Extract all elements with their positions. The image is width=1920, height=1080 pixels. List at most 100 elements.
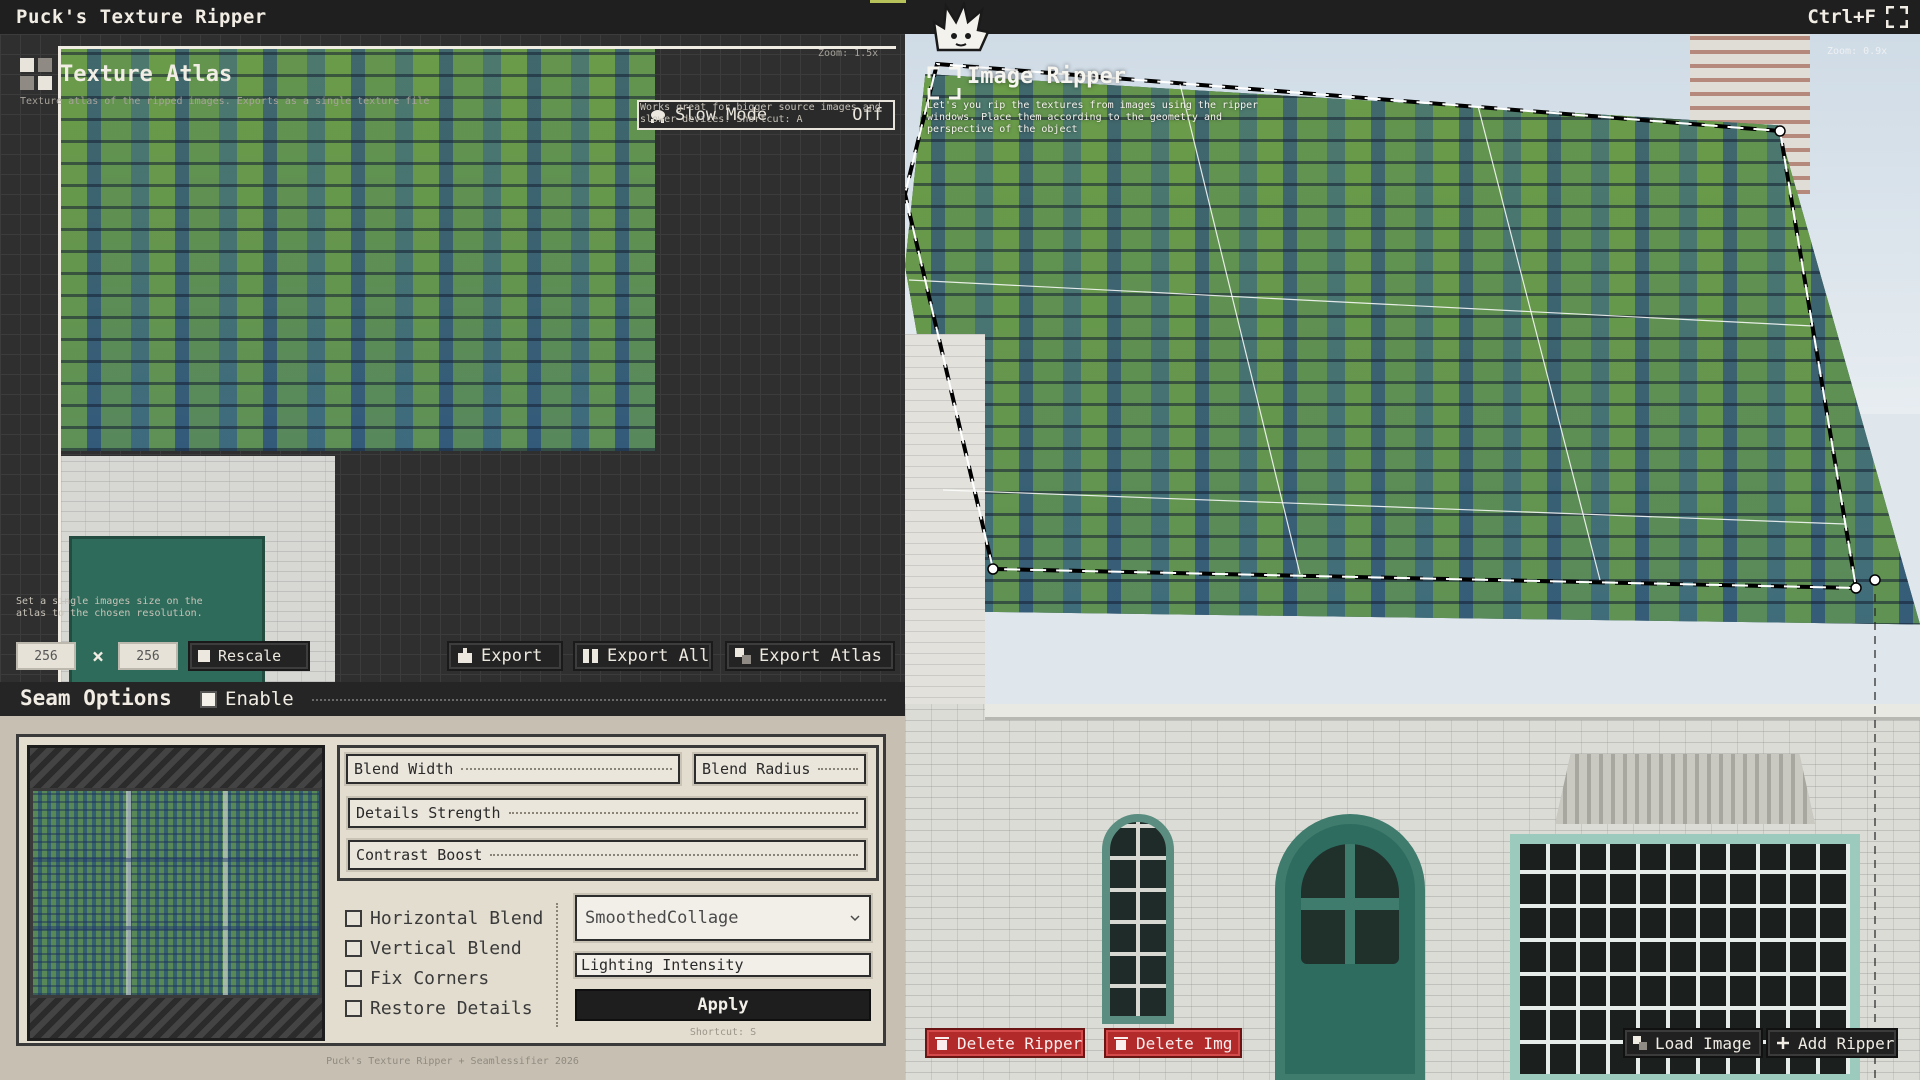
- load-image-button[interactable]: Load Image: [1623, 1028, 1763, 1058]
- seam-enable-label: Enable: [225, 688, 294, 710]
- blend-mode-value: SmoothedCollage: [585, 908, 739, 928]
- seam-options-header: Seam Options Enable: [0, 682, 905, 716]
- fix-corners-checkbox[interactable]: [345, 969, 362, 987]
- chevron-down-icon: [850, 915, 860, 922]
- blend-mode-select[interactable]: SmoothedCollage: [575, 895, 871, 941]
- ripper-handle[interactable]: [1850, 582, 1862, 594]
- delete-ripper-label: Delete Ripper: [957, 1033, 1083, 1053]
- blend-radius-label: Blend Radius: [702, 760, 811, 778]
- blend-width-label: Blend Width: [354, 760, 454, 778]
- export-all-label: Export All: [607, 646, 710, 666]
- restore-details-option[interactable]: Restore Details: [345, 993, 543, 1023]
- fullscreen-hotkey-label: Ctrl+F: [1807, 6, 1876, 28]
- delete-img-label: Delete Img: [1136, 1033, 1233, 1053]
- ripper-handle[interactable]: [1774, 125, 1786, 137]
- lighting-intensity-label: Lighting Intensity: [581, 956, 744, 974]
- restore-details-checkbox[interactable]: [345, 999, 362, 1017]
- apply-button[interactable]: Apply: [575, 989, 871, 1021]
- export-all-button[interactable]: Export All: [573, 641, 713, 671]
- preview-texture: [33, 791, 319, 995]
- seam-options-panel: Blend Width Blend Radius Details Strengt…: [0, 716, 905, 1080]
- rescale-label: Rescale: [218, 647, 282, 665]
- ripper-zoom-label: Zoom: 0.9x: [1827, 46, 1888, 57]
- header-divider: [312, 699, 886, 701]
- slider-group: Blend Width Blend Radius Details Strengt…: [337, 745, 879, 881]
- seam-options-title: Seam Options: [20, 686, 172, 710]
- lighting-intensity-slider[interactable]: Lighting Intensity: [575, 953, 871, 977]
- preview-seam: [33, 858, 319, 862]
- ripper-handle[interactable]: [1869, 574, 1881, 586]
- ripper-corners-icon: [927, 66, 961, 100]
- app-title: Puck's Texture Ripper: [16, 6, 267, 28]
- details-strength-slider[interactable]: Details Strength: [348, 798, 866, 828]
- delete-ripper-button[interactable]: Delete Ripper: [925, 1028, 1085, 1058]
- atlas-description: Texture atlas of the ripped images. Expo…: [20, 96, 430, 107]
- ripper-title: Image Ripper: [967, 64, 1126, 89]
- horizontal-blend-checkbox[interactable]: [345, 909, 362, 927]
- times-sign: ×: [92, 644, 105, 668]
- export-label: Export: [481, 646, 543, 666]
- image-icon: [1633, 1036, 1647, 1050]
- horizontal-blend-option[interactable]: Horizontal Blend: [345, 903, 543, 933]
- mascot-logo: [932, 2, 990, 52]
- load-image-label: Load Image: [1655, 1033, 1752, 1053]
- details-strength-label: Details Strength: [356, 804, 501, 822]
- apply-shortcut-note: Shortcut: S: [689, 1027, 757, 1038]
- atlas-width-input[interactable]: [16, 642, 76, 670]
- export-icon: [458, 648, 472, 663]
- contrast-boost-label: Contrast Boost: [356, 846, 483, 864]
- footer-credit: Puck's Texture Ripper + Seamlessifier 20…: [326, 1056, 579, 1067]
- preview-seam: [33, 926, 319, 930]
- atlas-roof-texture[interactable]: [61, 49, 655, 451]
- ripper-description: Let's you rip the textures from images u…: [927, 100, 1259, 135]
- preview-seam: [126, 791, 131, 995]
- restore-details-label: Restore Details: [370, 997, 533, 1019]
- export-all-icon: [583, 649, 598, 663]
- seam-enable-checkbox[interactable]: [200, 690, 217, 708]
- fix-corners-option[interactable]: Fix Corners: [345, 963, 543, 993]
- horizontal-blend-label: Horizontal Blend: [370, 907, 544, 929]
- fullscreen-icon[interactable]: [1886, 6, 1908, 28]
- slider-track: [490, 854, 858, 856]
- title-accent: [870, 0, 906, 3]
- preview-bottom-pattern: [30, 998, 322, 1038]
- delete-img-button[interactable]: Delete Img: [1104, 1028, 1242, 1058]
- slider-track: [461, 768, 672, 770]
- seam-preview: [27, 745, 325, 1041]
- ripper-handle[interactable]: [987, 563, 999, 575]
- rescale-button[interactable]: Rescale: [188, 641, 310, 671]
- export-atlas-label: Export Atlas: [759, 646, 882, 666]
- size-note: Set a single images size on the atlas to…: [16, 596, 203, 619]
- ripper-quad[interactable]: [905, 34, 1920, 1080]
- image-ripper-panel[interactable]: Image Ripper Let's you rip the textures …: [905, 34, 1920, 1080]
- seam-checkbox-list: Horizontal Blend Vertical Blend Fix Corn…: [345, 903, 543, 1023]
- add-ripper-label: Add Ripper: [1798, 1033, 1895, 1053]
- options-divider: [556, 903, 558, 1027]
- trash-icon: [1114, 1037, 1128, 1050]
- slider-track: [818, 768, 858, 770]
- trash-icon: [935, 1037, 949, 1050]
- seam-options-inner: Blend Width Blend Radius Details Strengt…: [16, 734, 886, 1046]
- vertical-blend-label: Vertical Blend: [370, 937, 522, 959]
- atlas-title: Texture Atlas: [60, 62, 233, 87]
- add-ripper-button[interactable]: Add Ripper: [1766, 1028, 1898, 1058]
- atlas-grid-icon: [20, 58, 52, 90]
- atlas-zoom-label: Zoom: 1.5x: [818, 48, 879, 59]
- vertical-blend-checkbox[interactable]: [345, 939, 362, 957]
- add-icon: [1777, 1037, 1789, 1049]
- blend-radius-slider[interactable]: Blend Radius: [694, 754, 866, 784]
- atlas-height-input[interactable]: [118, 642, 178, 670]
- export-atlas-icon: [735, 648, 751, 664]
- preview-top-pattern: [30, 748, 322, 788]
- export-atlas-button[interactable]: Export Atlas: [725, 641, 895, 671]
- slider-track: [508, 812, 858, 814]
- preview-seam: [223, 791, 228, 995]
- blend-width-slider[interactable]: Blend Width: [346, 754, 680, 784]
- rescale-icon: [198, 650, 210, 662]
- export-button[interactable]: Export: [447, 641, 563, 671]
- seam-enable-toggle[interactable]: Enable: [200, 688, 294, 710]
- contrast-boost-slider[interactable]: Contrast Boost: [348, 840, 866, 870]
- slow-mode-note: Works great for bigger source images and…: [640, 102, 881, 125]
- vertical-blend-option[interactable]: Vertical Blend: [345, 933, 543, 963]
- texture-atlas-panel[interactable]: Texture Atlas Texture atlas of the rippe…: [0, 34, 905, 682]
